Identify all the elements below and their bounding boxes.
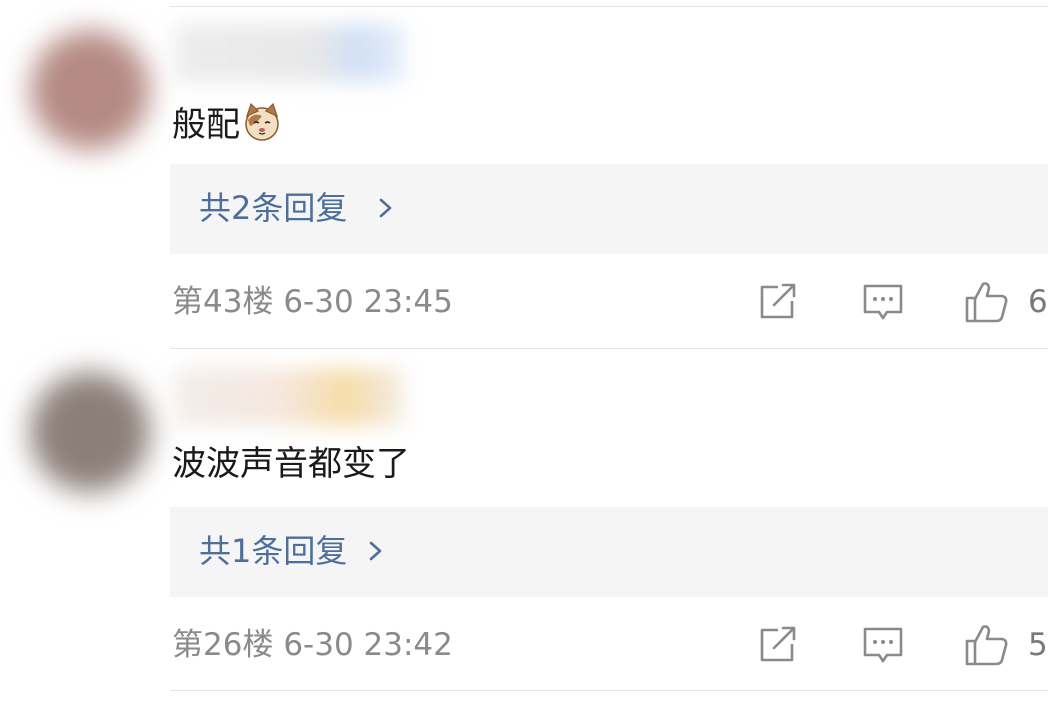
comment-text: 般配	[172, 102, 282, 153]
floor-number: 第43楼	[172, 284, 274, 320]
share-button[interactable]	[758, 626, 798, 668]
cat-emoji	[242, 102, 282, 153]
like-button[interactable]	[964, 623, 1010, 671]
timestamp: 6-30 23:45	[283, 284, 453, 320]
divider	[170, 690, 1048, 691]
divider	[170, 348, 1048, 349]
replies-link[interactable]: 共2条回复	[170, 164, 1048, 254]
reply-button[interactable]	[862, 283, 904, 327]
reply-button[interactable]	[862, 626, 904, 670]
replies-count-label: 共1条回复	[199, 532, 348, 570]
timestamp: 6-30 23:42	[283, 627, 453, 663]
chevron-right-icon	[378, 190, 394, 230]
comment-meta: 第43楼 6-30 23:45	[172, 282, 453, 322]
replies-count-label: 共2条回复	[199, 189, 348, 227]
comment-list: 般配 共2条回复 第43楼 6-30 23:45 6 波波声音都变了 共1条回复…	[0, 0, 1048, 708]
comment-meta: 第26楼 6-30 23:42	[172, 625, 453, 665]
username-blurred[interactable]	[175, 368, 403, 426]
share-button[interactable]	[758, 283, 798, 325]
comment-text-content: 般配	[172, 105, 240, 145]
divider	[170, 6, 1048, 7]
like-count: 5	[1028, 627, 1048, 663]
chevron-right-icon	[368, 533, 384, 573]
avatar[interactable]	[30, 30, 150, 150]
comment-icon	[863, 284, 903, 320]
share-icon	[760, 283, 796, 319]
thumbs-up-icon	[965, 625, 1008, 666]
like-count: 6	[1028, 284, 1048, 320]
avatar[interactable]	[30, 372, 150, 492]
comment-text-content: 波波声音都变了	[172, 444, 410, 484]
floor-number: 第26楼	[172, 627, 274, 663]
username-blurred[interactable]	[175, 24, 405, 82]
like-button[interactable]	[964, 280, 1010, 328]
share-icon	[760, 626, 796, 662]
comment-icon	[863, 627, 903, 663]
replies-link[interactable]: 共1条回复	[170, 507, 1048, 597]
comment-text: 波波声音都变了	[172, 442, 410, 486]
thumbs-up-icon	[965, 282, 1008, 323]
